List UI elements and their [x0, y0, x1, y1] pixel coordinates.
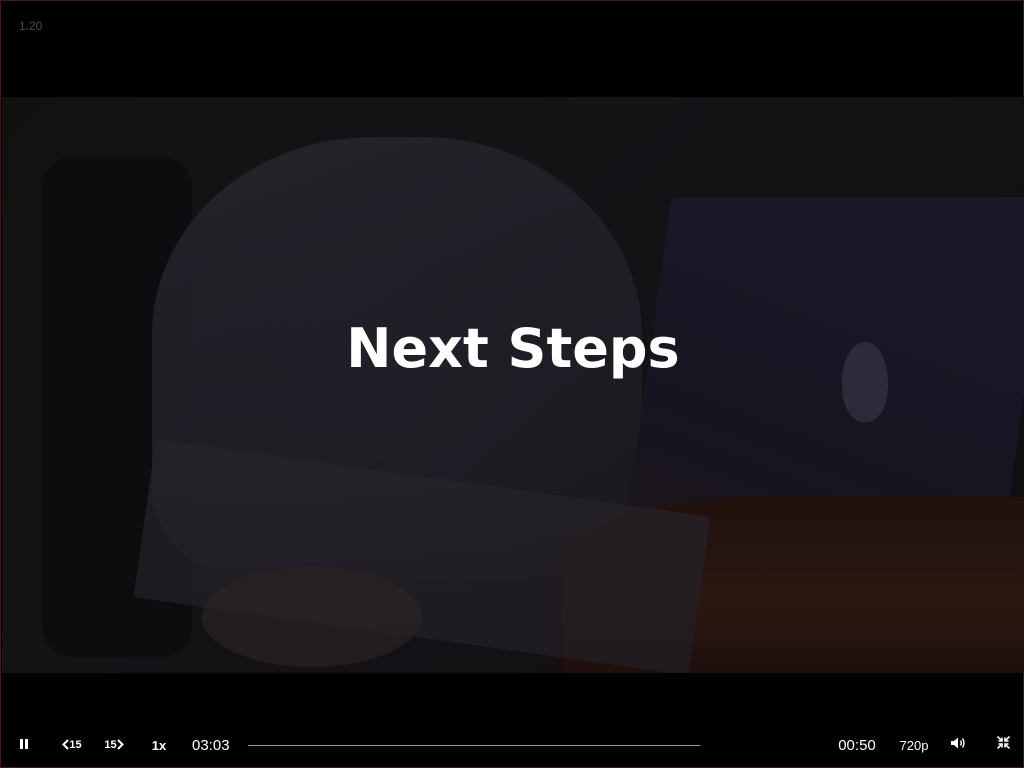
current-time: 03:03 [192, 736, 230, 754]
playback-speed-button[interactable]: 1x [146, 723, 172, 767]
volume-icon [950, 736, 966, 755]
skip-forward-label: 15 [104, 739, 117, 751]
player-version: 1.20 [19, 19, 43, 33]
chevron-right-icon [116, 738, 124, 752]
video-player: 1.20 Next Steps 15 15 1x 03:03 00:50 720… [0, 0, 1024, 768]
video-dim-overlay [2, 97, 1024, 673]
volume-button[interactable] [946, 723, 970, 767]
quality-button[interactable]: 720p [894, 723, 934, 767]
exit-fullscreen-icon [996, 735, 1010, 754]
skip-back-button[interactable]: 15 [56, 723, 88, 767]
progress-bar[interactable] [248, 745, 700, 746]
skip-back-label: 15 [69, 739, 82, 751]
pause-button[interactable] [12, 723, 36, 767]
remaining-time: 00:50 [838, 736, 876, 754]
slide-title: Next Steps [346, 317, 680, 380]
chevron-left-icon [62, 738, 70, 752]
exit-fullscreen-button[interactable] [992, 723, 1014, 767]
pause-icon [19, 736, 29, 754]
control-bar: 15 15 1x 03:03 00:50 720p [2, 723, 1024, 767]
skip-forward-button[interactable]: 15 [98, 723, 130, 767]
video-frame[interactable]: Next Steps [2, 97, 1024, 673]
